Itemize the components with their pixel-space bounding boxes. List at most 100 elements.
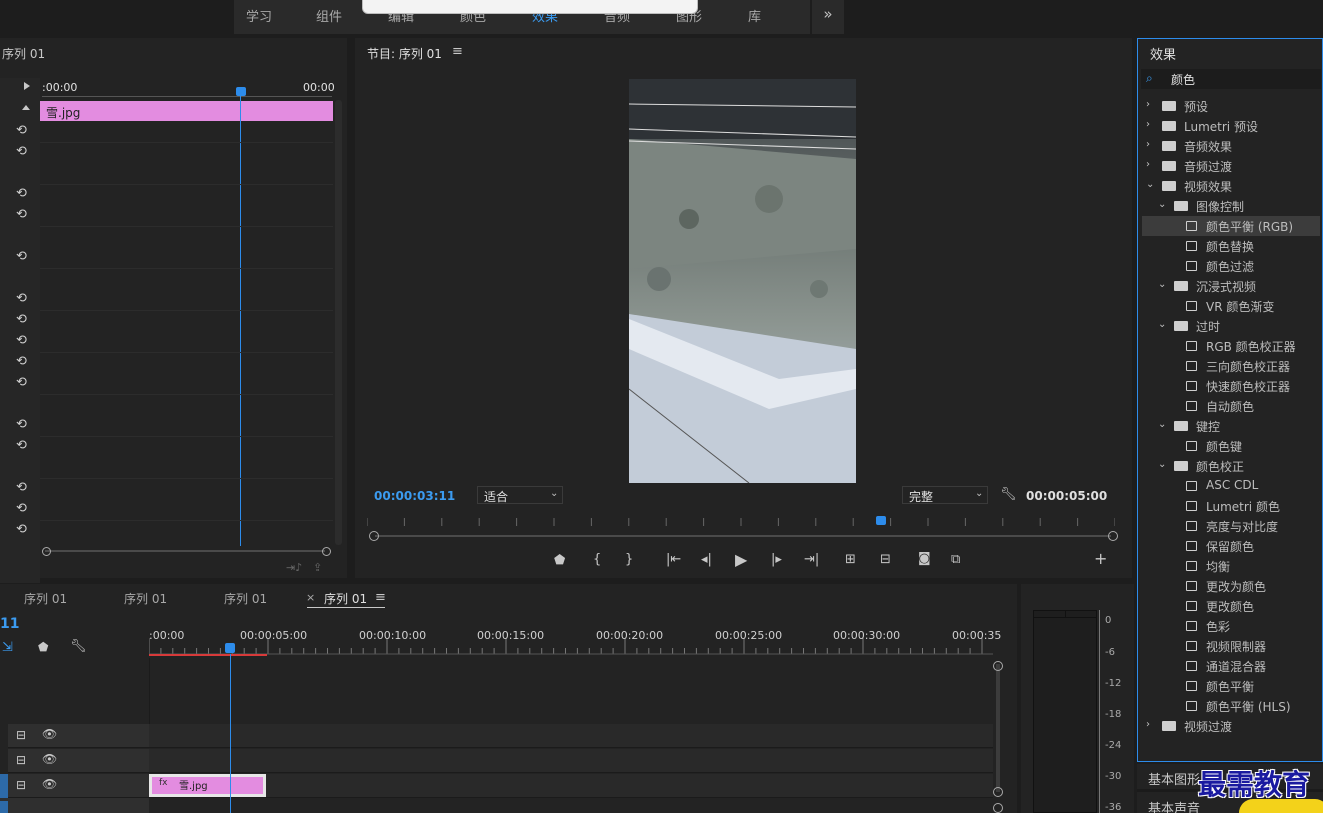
effect-item[interactable]: 颜色过滤 bbox=[1142, 256, 1320, 276]
effect-item[interactable]: 通道混合器 bbox=[1142, 656, 1320, 676]
effect-item[interactable]: VR 颜色渐变 bbox=[1142, 296, 1320, 316]
workspace-tab-assembly[interactable]: 组件 bbox=[316, 6, 342, 25]
effects-folder[interactable]: › 视频过渡 bbox=[1142, 716, 1320, 736]
reset-icon[interactable]: ⟲ bbox=[16, 501, 27, 516]
quality-select[interactable]: 完整 ⌄ bbox=[902, 486, 988, 504]
camera-icon[interactable]: ◙ bbox=[918, 551, 931, 566]
current-timecode[interactable]: 00:00:03:11 bbox=[374, 489, 455, 503]
timeline-tab[interactable]: 序列 01 bbox=[24, 590, 67, 607]
extract-icon[interactable]: ⊟ bbox=[880, 552, 891, 567]
workspace-more-button[interactable]: » bbox=[812, 0, 844, 34]
reset-icon[interactable]: ⟲ bbox=[16, 123, 27, 138]
go-to-out-icon[interactable]: ⇥| bbox=[804, 552, 819, 567]
mark-out-icon[interactable]: } bbox=[625, 552, 633, 567]
essential-graphics-tab[interactable]: 基本图形 bbox=[1148, 769, 1200, 788]
reset-icon[interactable]: ⟲ bbox=[16, 186, 27, 201]
effect-item[interactable]: 自动颜色 bbox=[1142, 396, 1320, 416]
effect-item[interactable]: 视频限制器 bbox=[1142, 636, 1320, 656]
panel-menu-icon[interactable]: ≡ bbox=[375, 590, 386, 605]
chevron-down-icon[interactable]: ⌄ bbox=[1158, 319, 1166, 330]
add-marker-icon[interactable]: ⬟ bbox=[554, 553, 565, 568]
reset-icon[interactable]: ⟲ bbox=[16, 438, 27, 453]
vertical-scrollbar[interactable] bbox=[335, 100, 342, 545]
effect-item[interactable]: 更改为颜色 bbox=[1142, 576, 1320, 596]
export-audio-icon[interactable]: ⇥♪ bbox=[286, 561, 302, 574]
sync-lock-icon[interactable]: ⊟ bbox=[16, 778, 26, 792]
lift-icon[interactable]: ⊞ bbox=[845, 552, 856, 567]
step-back-icon[interactable]: ◂| bbox=[701, 552, 712, 567]
chevron-right-icon[interactable]: › bbox=[1146, 139, 1150, 150]
step-forward-icon[interactable]: |▸ bbox=[771, 552, 782, 567]
effect-item[interactable]: 颜色键 bbox=[1142, 436, 1320, 456]
play-triangle-icon[interactable] bbox=[24, 82, 30, 90]
timeline-clip[interactable]: fx 雪.jpg bbox=[149, 774, 266, 797]
sync-lock-icon[interactable]: ⊟ bbox=[16, 728, 26, 742]
track-target-v1[interactable] bbox=[0, 774, 8, 798]
timeline-tab[interactable]: 序列 01 bbox=[124, 590, 167, 607]
horizontal-scrollbar[interactable] bbox=[45, 550, 325, 552]
playhead-marker[interactable] bbox=[236, 87, 246, 96]
timeline-vscroll[interactable] bbox=[996, 664, 1000, 792]
reset-icon[interactable]: ⟲ bbox=[16, 249, 27, 264]
effect-item[interactable]: ASC CDL bbox=[1142, 476, 1320, 496]
workspace-tab-learn[interactable]: 学习 bbox=[246, 6, 272, 25]
reset-icon[interactable]: ⟲ bbox=[16, 522, 27, 537]
wrench-icon[interactable]: 🔧︎ bbox=[1000, 487, 1017, 502]
effects-folder[interactable]: › 音频过渡 bbox=[1142, 156, 1320, 176]
chevron-down-icon[interactable]: ⌄ bbox=[1146, 179, 1154, 190]
reset-icon[interactable]: ⟲ bbox=[16, 480, 27, 495]
effect-item[interactable]: 颜色替换 bbox=[1142, 236, 1320, 256]
effects-folder[interactable]: ⌄ 沉浸式视频 bbox=[1142, 276, 1320, 296]
reset-icon[interactable]: ⟲ bbox=[16, 333, 27, 348]
fit-select[interactable]: 适合 ⌄ bbox=[477, 486, 563, 504]
effects-folder[interactable]: › 音频效果 bbox=[1142, 136, 1320, 156]
effects-folder[interactable]: ⌄ 过时 bbox=[1142, 316, 1320, 336]
workspace-tab-libraries[interactable]: 库 bbox=[748, 6, 761, 25]
scroll-handle-right[interactable] bbox=[322, 547, 331, 556]
reset-icon[interactable]: ⟲ bbox=[16, 144, 27, 159]
timeline-tab[interactable]: 序列 01 bbox=[224, 590, 267, 607]
collapse-up-icon[interactable] bbox=[22, 105, 30, 110]
effects-folder[interactable]: ⌄ 键控 bbox=[1142, 416, 1320, 436]
panel-menu-icon[interactable]: ≡ bbox=[452, 44, 463, 59]
effects-folder[interactable]: ⌄ 颜色校正 bbox=[1142, 456, 1320, 476]
effect-item[interactable]: 色彩 bbox=[1142, 616, 1320, 636]
eye-icon[interactable]: 👁︎ bbox=[42, 752, 57, 766]
reset-icon[interactable]: ⟲ bbox=[16, 375, 27, 390]
effect-item[interactable]: RGB 颜色校正器 bbox=[1142, 336, 1320, 356]
add-button-icon[interactable]: + bbox=[1094, 549, 1107, 568]
chevron-right-icon[interactable]: › bbox=[1146, 99, 1150, 110]
close-icon[interactable]: × bbox=[306, 591, 315, 604]
track-target-a1[interactable] bbox=[0, 801, 8, 813]
program-playhead[interactable] bbox=[876, 516, 886, 525]
wrench-icon[interactable]: 🔧︎ bbox=[70, 639, 87, 654]
chevron-right-icon[interactable]: › bbox=[1146, 159, 1150, 170]
timeline-tab-active[interactable]: 序列 01 bbox=[324, 590, 367, 607]
effect-item[interactable]: 更改颜色 bbox=[1142, 596, 1320, 616]
go-to-in-icon[interactable]: |⇤ bbox=[666, 552, 681, 567]
effects-folder[interactable]: › Lumetri 预设 bbox=[1142, 116, 1320, 136]
chevron-down-icon[interactable]: ⌄ bbox=[1158, 279, 1166, 290]
clip[interactable]: 雪.jpg bbox=[40, 101, 333, 121]
track-v3[interactable] bbox=[149, 724, 993, 748]
chevron-right-icon[interactable]: › bbox=[1146, 719, 1150, 730]
effect-item[interactable]: Lumetri 颜色 bbox=[1142, 496, 1320, 516]
effect-item[interactable]: 颜色平衡 (RGB) bbox=[1142, 216, 1320, 236]
compare-icon[interactable]: ⧉ bbox=[951, 552, 960, 567]
effect-item[interactable]: 快速颜色校正器 bbox=[1142, 376, 1320, 396]
vscroll-handle-top[interactable] bbox=[993, 661, 1003, 671]
export-icon[interactable]: ⇪ bbox=[313, 561, 322, 574]
essential-sound-tab[interactable]: 基本声音 bbox=[1148, 798, 1200, 813]
mark-in-icon[interactable]: { bbox=[593, 552, 601, 567]
vscroll-handle-audio[interactable] bbox=[993, 803, 1003, 813]
effects-search-field[interactable]: ⌕ 颜色 bbox=[1141, 69, 1321, 89]
effect-item[interactable]: 保留颜色 bbox=[1142, 536, 1320, 556]
reset-icon[interactable]: ⟲ bbox=[16, 417, 27, 432]
effects-folder[interactable]: › 预设 bbox=[1142, 96, 1320, 116]
chevron-right-icon[interactable]: › bbox=[1146, 119, 1150, 130]
work-area-bar[interactable] bbox=[149, 654, 267, 656]
eye-icon[interactable]: 👁︎ bbox=[42, 727, 57, 741]
reset-icon[interactable]: ⟲ bbox=[16, 207, 27, 222]
snap-icon[interactable]: ⇲ bbox=[2, 640, 13, 655]
chevron-down-icon[interactable]: ⌄ bbox=[1158, 199, 1166, 210]
